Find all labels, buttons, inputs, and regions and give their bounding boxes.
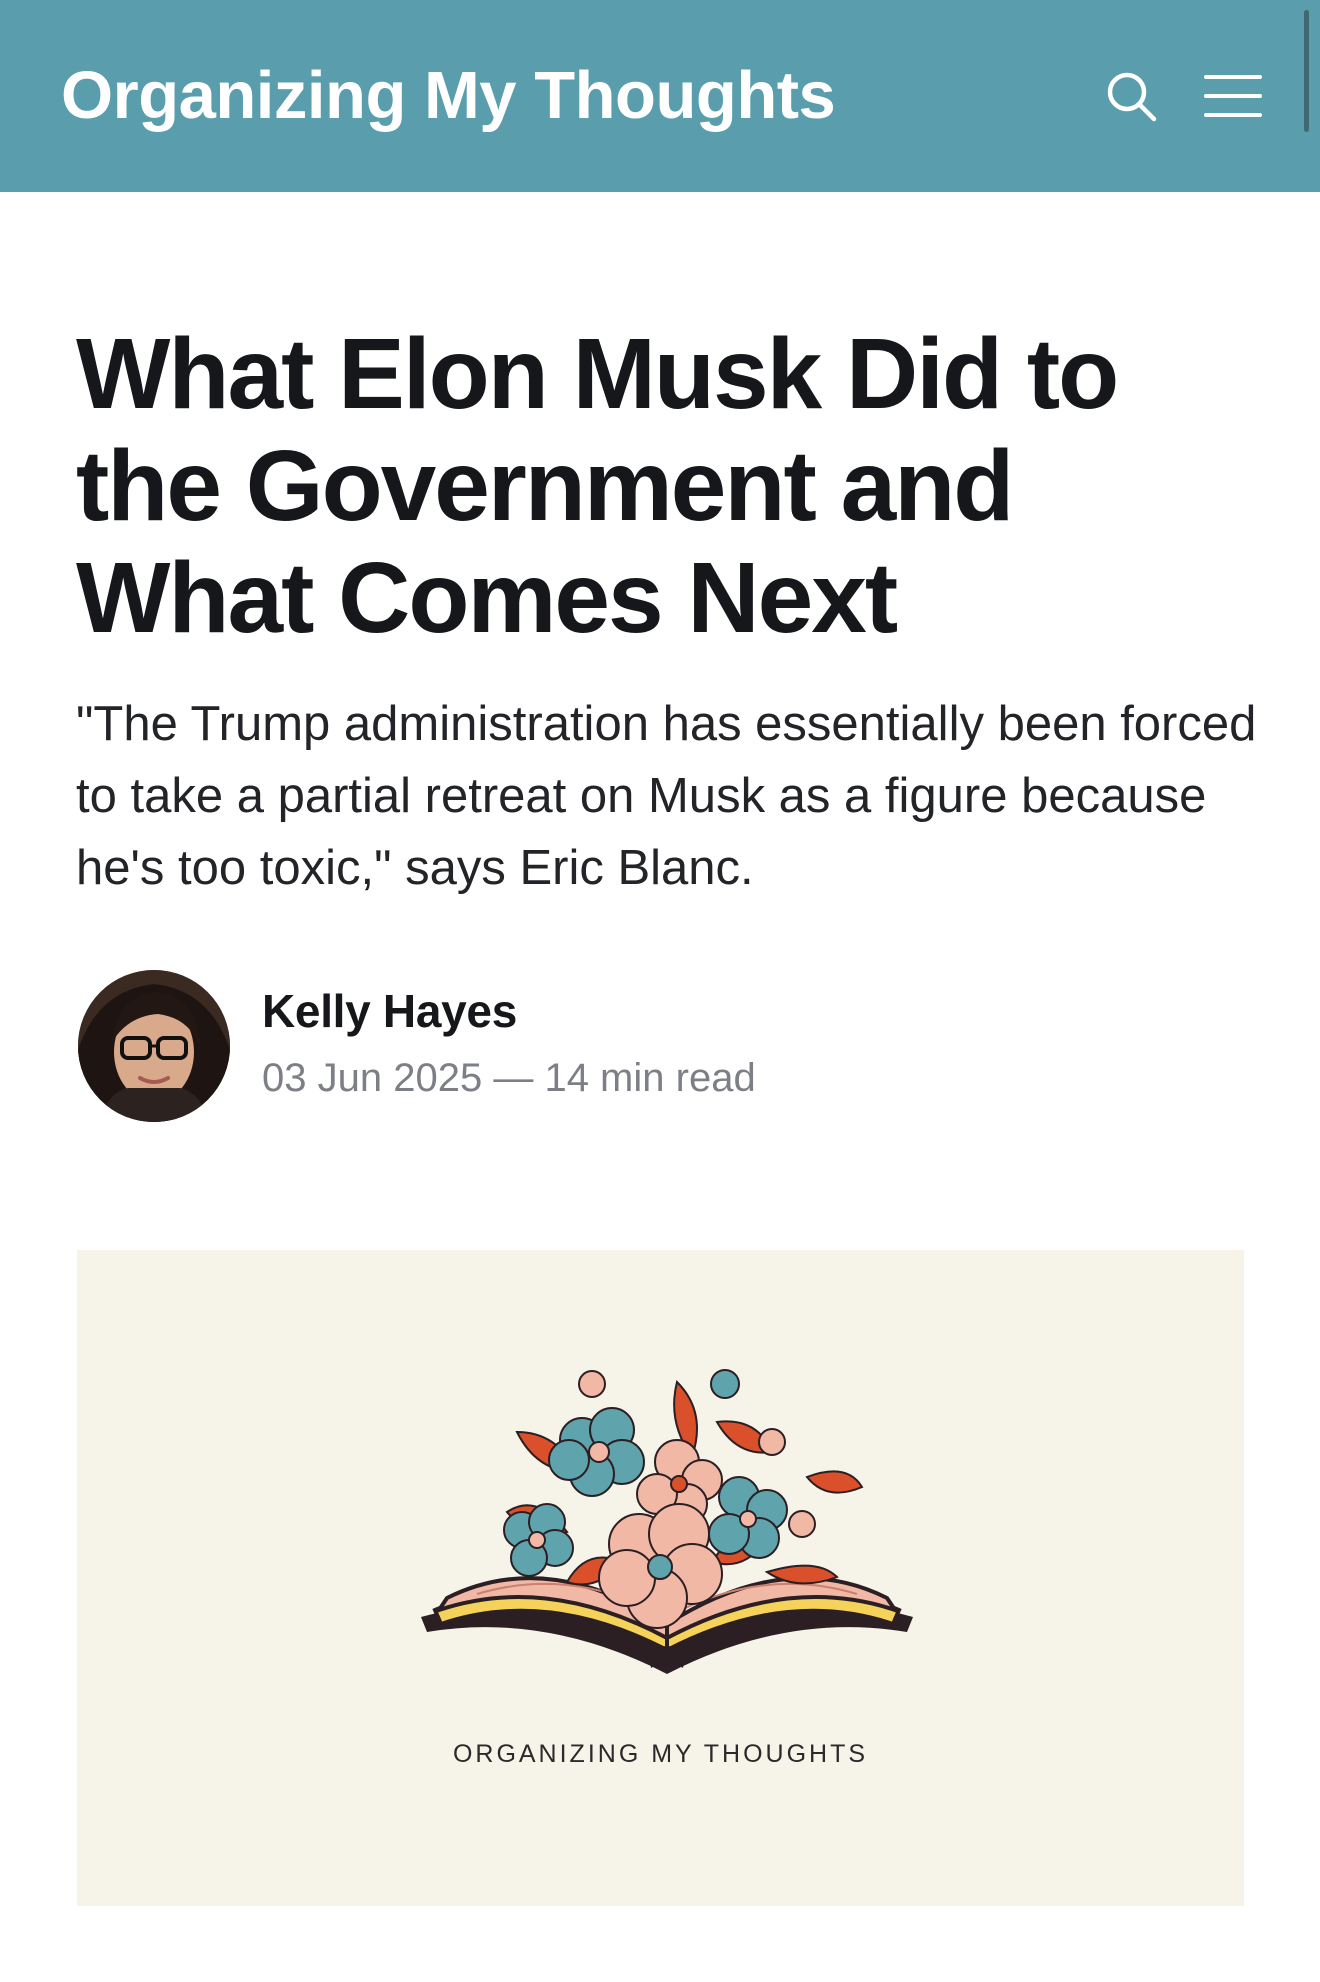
hamburger-menu-icon <box>1204 75 1262 117</box>
flower-book-logo <box>421 1369 913 1674</box>
menu-button[interactable] <box>1199 62 1267 130</box>
site-title[interactable]: Organizing My Thoughts <box>61 50 836 142</box>
article-title: What Elon Musk Did to the Government and… <box>76 318 1119 654</box>
article-excerpt: "The Trump administration has essentiall… <box>76 697 1257 895</box>
scrollbar-thumb[interactable] <box>1304 10 1309 132</box>
post-meta: 03 Jun 2025 — 14 min read <box>262 1056 756 1101</box>
author-portrait <box>78 970 230 1122</box>
author-name[interactable]: Kelly Hayes <box>262 984 517 1038</box>
meta-separator: — <box>493 1056 534 1100</box>
feature-image: ORGANIZING MY THOUGHTS <box>77 1250 1244 1906</box>
author-avatar[interactable] <box>78 970 230 1122</box>
site-header: Organizing My Thoughts <box>0 0 1320 192</box>
logo-caption: ORGANIZING MY THOUGHTS <box>452 1740 869 1768</box>
search-icon <box>1107 72 1157 122</box>
search-button[interactable] <box>1097 62 1165 130</box>
read-time: 14 min read <box>544 1056 756 1100</box>
byline: Kelly Hayes 03 Jun 2025 — 14 min read <box>78 970 1178 1124</box>
post-date: 03 Jun 2025 <box>262 1056 483 1100</box>
